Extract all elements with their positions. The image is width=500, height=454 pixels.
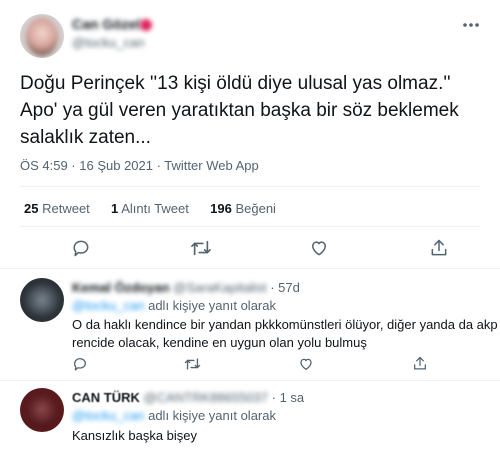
like-icon[interactable] [309, 238, 329, 258]
reply-time[interactable]: 1 sa [280, 390, 305, 405]
reply-context: @tocku_can adlı kişiye yanıt olarak [72, 298, 276, 313]
author-name[interactable]: Can Gözel [72, 16, 140, 32]
retweet-icon[interactable] [190, 238, 212, 258]
reply-author-handle[interactable]: @SaraKapitalist [173, 280, 266, 295]
like-stat[interactable]: 196 Beğeni [210, 201, 276, 216]
share-icon[interactable] [429, 237, 449, 259]
tweet-text: Doğu Perinçek ''13 kişi öldü diye ulusal… [20, 70, 459, 151]
tweet-meta[interactable]: ÖS 4:59 · 16 Şub 2021 · Twitter Web App [20, 158, 259, 173]
retweet-icon[interactable] [184, 356, 201, 372]
like-icon[interactable] [298, 356, 314, 372]
reply-to-handle[interactable]: @tocku_can [72, 408, 144, 423]
reply-text: Kansızlık başka bişey [72, 427, 197, 445]
retweet-stat[interactable]: 25 Retweet [24, 201, 93, 216]
author-handle[interactable]: @tocku_can [72, 35, 144, 50]
reply-separator: · [270, 280, 275, 295]
tweet-text-line: Apo' ya gül veren yaratıktan başka bir s… [20, 100, 459, 121]
reply-separator: · [271, 390, 276, 405]
reply-author-name[interactable]: Kemal Özdoyan [72, 280, 170, 295]
reply-header: Kemal Özdoyan @SaraKapitalist · 57d [72, 280, 300, 295]
reply-author-handle[interactable]: @CANTRK88655037 [144, 390, 268, 405]
reply-avatar[interactable] [20, 278, 64, 322]
tweet-text-line: Doğu Perinçek ''13 kişi öldü diye ulusal… [20, 73, 451, 94]
reply-text: O da haklı kendince bir yandan pkkkomüns… [72, 316, 498, 352]
like-count: 196 [210, 201, 232, 216]
reply-time[interactable]: 57d [278, 280, 300, 295]
tweet-stats: 25 Retweet 1 Alıntı Tweet 196 Beğeni [24, 201, 276, 216]
reply-author-name[interactable]: CAN TÜRK [72, 390, 140, 405]
reply-to-label: adlı kişiye yanıt olarak [148, 408, 276, 423]
author-avatar[interactable] [20, 14, 64, 58]
retweet-count: 25 [24, 201, 39, 216]
verified-badge [140, 19, 152, 31]
quote-label: Alıntı Tweet [121, 201, 189, 216]
quote-stat[interactable]: 1 Alıntı Tweet [111, 201, 192, 216]
quote-count: 1 [111, 201, 119, 216]
reply-icon[interactable] [71, 238, 91, 258]
reply-text-line: Kansızlık başka bişey [72, 428, 198, 443]
like-label: Beğeni [235, 201, 276, 216]
reply-context: @tocku_can adlı kişiye yanıt olarak [72, 408, 276, 423]
retweet-label: Retweet [42, 201, 90, 216]
reply-header: CAN TÜRK @CANTRK88655037 · 1 sa [72, 390, 304, 405]
more-icon[interactable] [462, 22, 480, 28]
reply-text-line: O da haklı kendince bir yandan pkkkomüns… [72, 317, 498, 332]
reply-to-label: adlı kişiye yanıt olarak [148, 298, 276, 313]
tweet-text-line: salaklık zaten... [20, 127, 151, 148]
share-icon[interactable] [412, 355, 428, 372]
reply-text-line: rencide olacak, kendine en uygun olan yo… [72, 335, 367, 350]
reply-avatar[interactable] [20, 388, 64, 432]
reply-icon[interactable] [72, 356, 88, 372]
reply-to-handle[interactable]: @tocku_can [72, 298, 144, 313]
